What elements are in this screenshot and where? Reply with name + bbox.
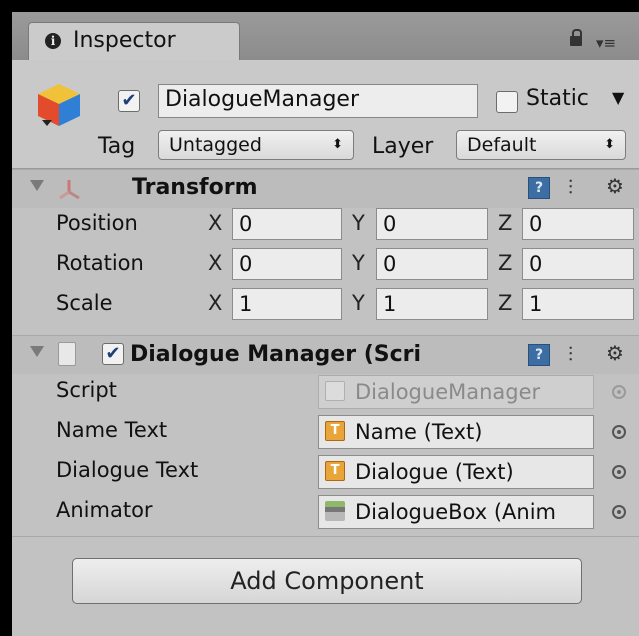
axis-x-label[interactable]: X: [208, 251, 222, 275]
axis-x-label[interactable]: X: [208, 291, 222, 315]
tag-label: Tag: [98, 134, 136, 159]
lock-icon[interactable]: [570, 29, 582, 46]
name-text-label: Name Text: [56, 418, 168, 442]
script-value: DialogueManager: [355, 380, 541, 404]
transform-icon: [59, 180, 80, 200]
axis-z-label[interactable]: Z: [498, 211, 512, 235]
animator-value: DialogueBox (Anim: [355, 500, 556, 524]
axis-y-label[interactable]: Y: [352, 291, 365, 315]
static-label: Static: [526, 86, 589, 111]
name-text-value: Name (Text): [355, 420, 483, 444]
dropdown-arrows-icon: ⬍: [332, 137, 343, 152]
object-header: ✔ DialogueManager Static ▼ Tag Untagged …: [12, 60, 639, 169]
scale-label: Scale: [56, 291, 113, 315]
script-icon: [325, 381, 345, 401]
tag-value: Untagged: [169, 134, 262, 156]
axis-y-label[interactable]: Y: [352, 211, 365, 235]
rotation-label: Rotation: [56, 251, 144, 275]
position-y-field[interactable]: 0: [376, 208, 488, 240]
info-icon: i: [45, 33, 61, 49]
foldout-arrow-icon[interactable]: [30, 346, 44, 357]
help-book-icon[interactable]: ?: [528, 344, 550, 366]
object-picker-icon: [612, 385, 626, 399]
dialogue-text-label: Dialogue Text: [56, 458, 199, 482]
script-label: Script: [56, 378, 117, 402]
scale-x-field[interactable]: 1: [232, 288, 342, 320]
rotation-y-field[interactable]: 0: [376, 248, 488, 280]
divider: [12, 536, 639, 537]
animator-label: Animator: [56, 498, 153, 522]
tab-menu-icon[interactable]: ▾≡: [596, 34, 616, 52]
script-file-icon: [58, 342, 76, 366]
animator-field[interactable]: DialogueBox (Anim: [318, 495, 594, 529]
dialogue-manager-header[interactable]: ✔ Dialogue Manager (Scri ? ⫶ ⚙: [12, 335, 639, 374]
presets-icon[interactable]: ⫶: [568, 175, 573, 199]
position-label: Position: [56, 211, 138, 235]
gameobject-cube-icon: [38, 84, 80, 126]
tab-bar: i Inspector ▾≡: [12, 12, 639, 62]
rotation-x-field[interactable]: 0: [232, 248, 342, 280]
axis-x-label[interactable]: X: [208, 211, 222, 235]
scale-y-field[interactable]: 1: [376, 288, 488, 320]
dropdown-arrows-icon: ⬍: [604, 137, 615, 152]
animator-icon: [325, 501, 345, 521]
transform-title: Transform: [132, 175, 258, 200]
layer-dropdown[interactable]: Default ⬍: [456, 130, 626, 160]
transform-header[interactable]: Transform ? ⫶ ⚙: [12, 169, 639, 208]
object-picker-icon[interactable]: [612, 465, 626, 479]
dialogue-manager-title: Dialogue Manager (Scri: [130, 342, 422, 367]
object-picker-icon[interactable]: [612, 425, 626, 439]
tab-title: Inspector: [73, 28, 176, 53]
gear-icon[interactable]: ⚙: [606, 174, 624, 198]
tag-dropdown[interactable]: Untagged ⬍: [158, 130, 354, 160]
position-z-field[interactable]: 0: [522, 208, 634, 240]
dialogue-text-field[interactable]: T Dialogue (Text): [318, 455, 594, 489]
axis-z-label[interactable]: Z: [498, 251, 512, 275]
help-book-icon[interactable]: ?: [528, 177, 550, 199]
tab-inspector[interactable]: i Inspector: [28, 22, 240, 62]
foldout-arrow-icon[interactable]: [30, 180, 44, 191]
object-name-field[interactable]: DialogueManager: [158, 84, 478, 118]
name-text-field[interactable]: T Name (Text): [318, 415, 594, 449]
axis-z-label[interactable]: Z: [498, 291, 512, 315]
rotation-z-field[interactable]: 0: [522, 248, 634, 280]
axis-y-label[interactable]: Y: [352, 251, 365, 275]
static-dropdown-icon[interactable]: ▼: [612, 88, 624, 107]
text-component-icon: T: [325, 421, 345, 441]
gear-icon[interactable]: ⚙: [606, 341, 624, 365]
layer-value: Default: [467, 134, 537, 156]
component-enabled-checkbox[interactable]: ✔: [102, 343, 124, 365]
script-field: DialogueManager: [318, 375, 594, 409]
layer-label: Layer: [372, 134, 434, 159]
scale-z-field[interactable]: 1: [522, 288, 634, 320]
object-picker-icon[interactable]: [612, 505, 626, 519]
active-checkbox[interactable]: ✔: [118, 90, 140, 112]
inspector-window: i Inspector ▾≡ ✔ DialogueManager Static …: [12, 12, 639, 636]
presets-icon[interactable]: ⫶: [568, 342, 573, 366]
text-component-icon: T: [325, 461, 345, 481]
static-checkbox[interactable]: [496, 91, 518, 113]
position-x-field[interactable]: 0: [232, 208, 342, 240]
add-component-button[interactable]: Add Component: [72, 558, 582, 604]
dialogue-text-value: Dialogue (Text): [355, 460, 514, 484]
